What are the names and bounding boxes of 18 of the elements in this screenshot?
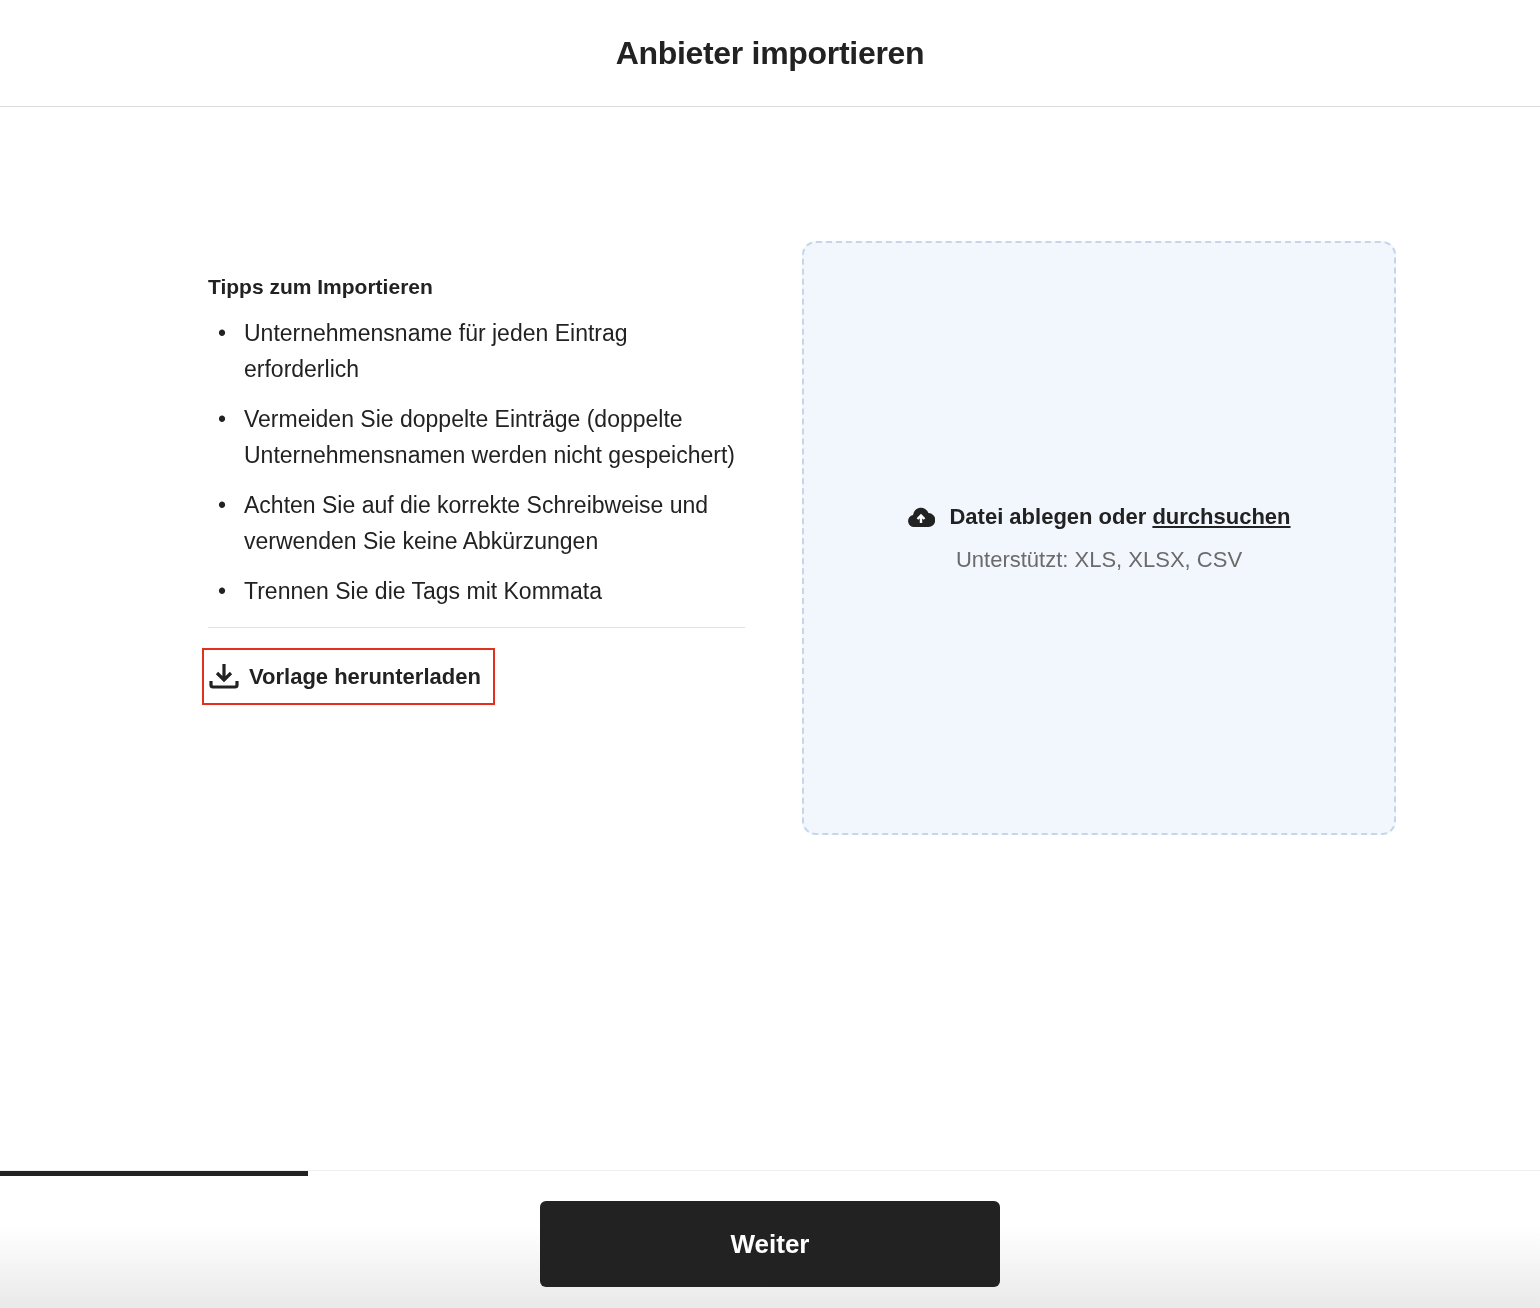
tip-item: Unternehmensname für jeden Eintrag erforderlich (244, 318, 629, 384)
next-button[interactable]: Weiter (540, 1201, 1000, 1287)
download-icon (209, 663, 239, 689)
page-title: Anbieter importieren (615, 33, 925, 73)
bullet: • (217, 490, 228, 520)
tip-item: Trennen Sie die Tags mit Kommata (244, 576, 603, 606)
tip-item: Achten Sie auf die korrekte Schreibweise und verwenden Sie keine Abkürzungen (244, 490, 710, 556)
tips-heading: Tipps zum Importieren (208, 274, 434, 300)
bullet: • (217, 404, 228, 434)
download-template-link[interactable]: Vorlage herunterladen (202, 647, 495, 705)
file-drop-zone[interactable]: Datei ablegen oder durchsuchen Unterstützt: XLS, XLSX, CSV (802, 241, 1396, 835)
bullet: • (217, 576, 228, 606)
browse-link[interactable]: durchsuchen (1152, 504, 1291, 529)
tip-item: Vermeiden Sie doppelte Einträge (doppelte Unternehmensnamen werden nicht gespeichert) (244, 404, 736, 470)
bullet: • (217, 318, 228, 348)
drop-instruction: Datei ablegen oder durchsuchen (949, 503, 1291, 531)
cloud-upload-icon (907, 506, 936, 527)
supported-formats: Unterstützt: XLS, XLSX, CSV (955, 546, 1243, 574)
